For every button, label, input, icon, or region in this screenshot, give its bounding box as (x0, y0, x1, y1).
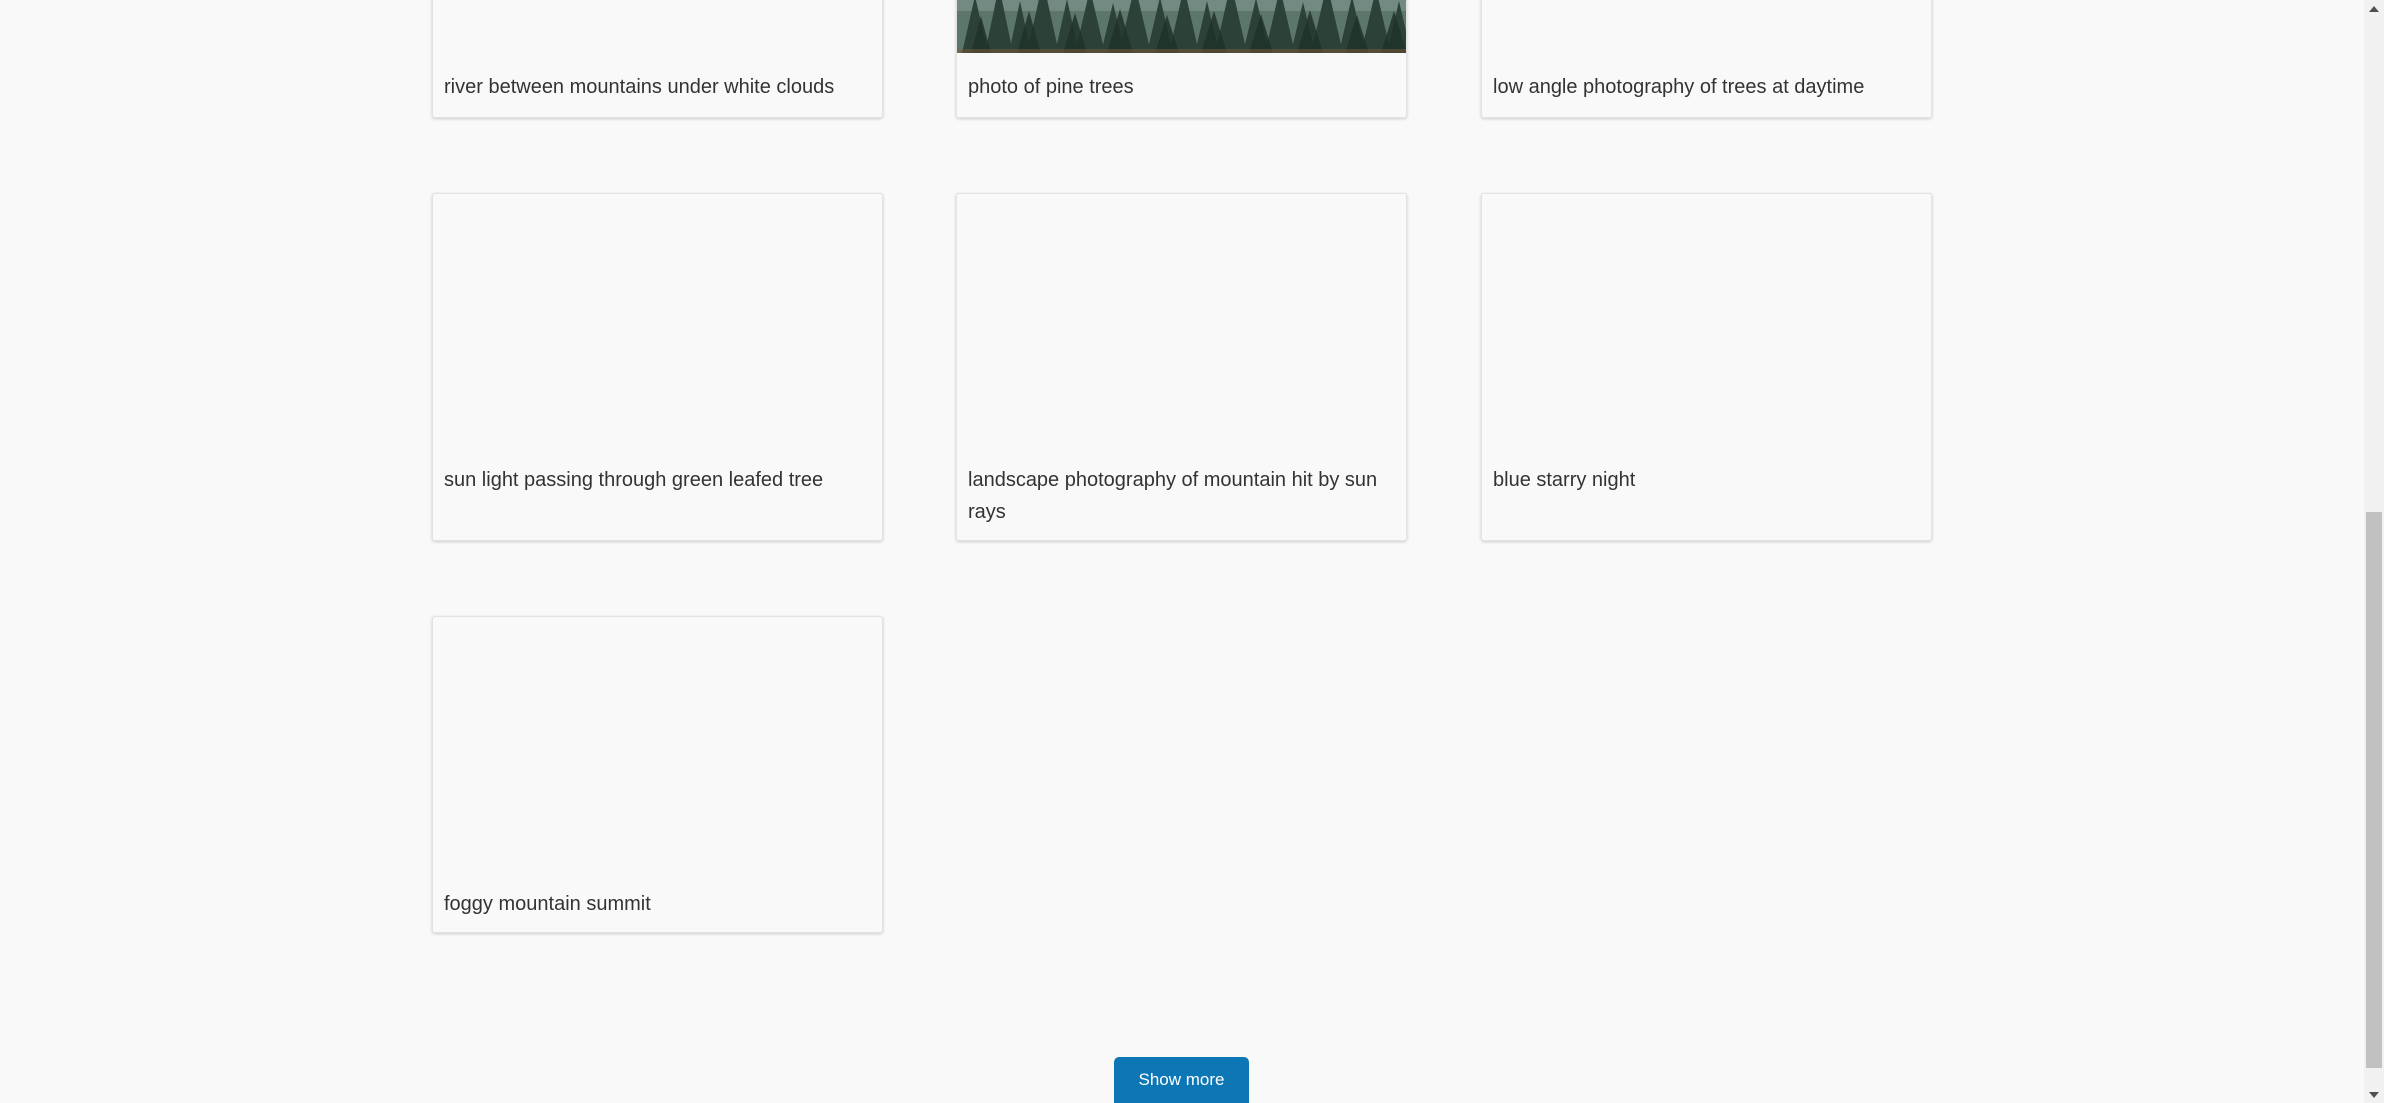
card-caption: river between mountains under white clou… (444, 76, 835, 98)
card-image[interactable] (1482, 194, 1931, 444)
card-image[interactable] (1482, 0, 1931, 53)
gallery-card[interactable]: photo of pine trees (956, 0, 1407, 118)
triangle-up-icon (2369, 5, 2379, 12)
scroll-down-arrow[interactable] (2364, 1086, 2384, 1103)
card-image[interactable] (957, 0, 1406, 53)
card-image[interactable] (957, 194, 1406, 444)
gallery-card[interactable]: low angle photography of trees at daytim… (1481, 0, 1932, 118)
vertical-scrollbar[interactable] (2364, 0, 2384, 1103)
card-image[interactable] (433, 617, 882, 867)
gallery-card[interactable]: foggy mountain summit (432, 616, 883, 933)
card-image[interactable] (433, 0, 882, 53)
gallery-card[interactable]: river between mountains under white clou… (432, 0, 883, 118)
card-caption: blue starry night (1493, 469, 1636, 491)
gallery-card[interactable]: landscape photography of mountain hit by… (956, 193, 1407, 541)
card-caption: landscape photography of mountain hit by… (968, 469, 1378, 523)
card-image[interactable] (433, 194, 882, 444)
triangle-down-icon (2369, 1091, 2379, 1098)
page-viewport: river between mountains under white clou… (0, 0, 2364, 1103)
gallery-card[interactable]: blue starry night (1481, 193, 1932, 541)
card-caption: photo of pine trees (968, 76, 1134, 98)
scrollbar-thumb[interactable] (2366, 512, 2382, 1068)
card-caption: sun light passing through green leafed t… (444, 469, 824, 491)
gallery-card[interactable]: sun light passing through green leafed t… (432, 193, 883, 541)
card-caption: low angle photography of trees at daytim… (1493, 76, 1865, 98)
scroll-up-arrow[interactable] (2364, 0, 2384, 17)
pine-trees-photo (957, 0, 1406, 53)
card-caption: foggy mountain summit (444, 893, 651, 915)
show-more-button[interactable]: Show more (1114, 1057, 1249, 1103)
